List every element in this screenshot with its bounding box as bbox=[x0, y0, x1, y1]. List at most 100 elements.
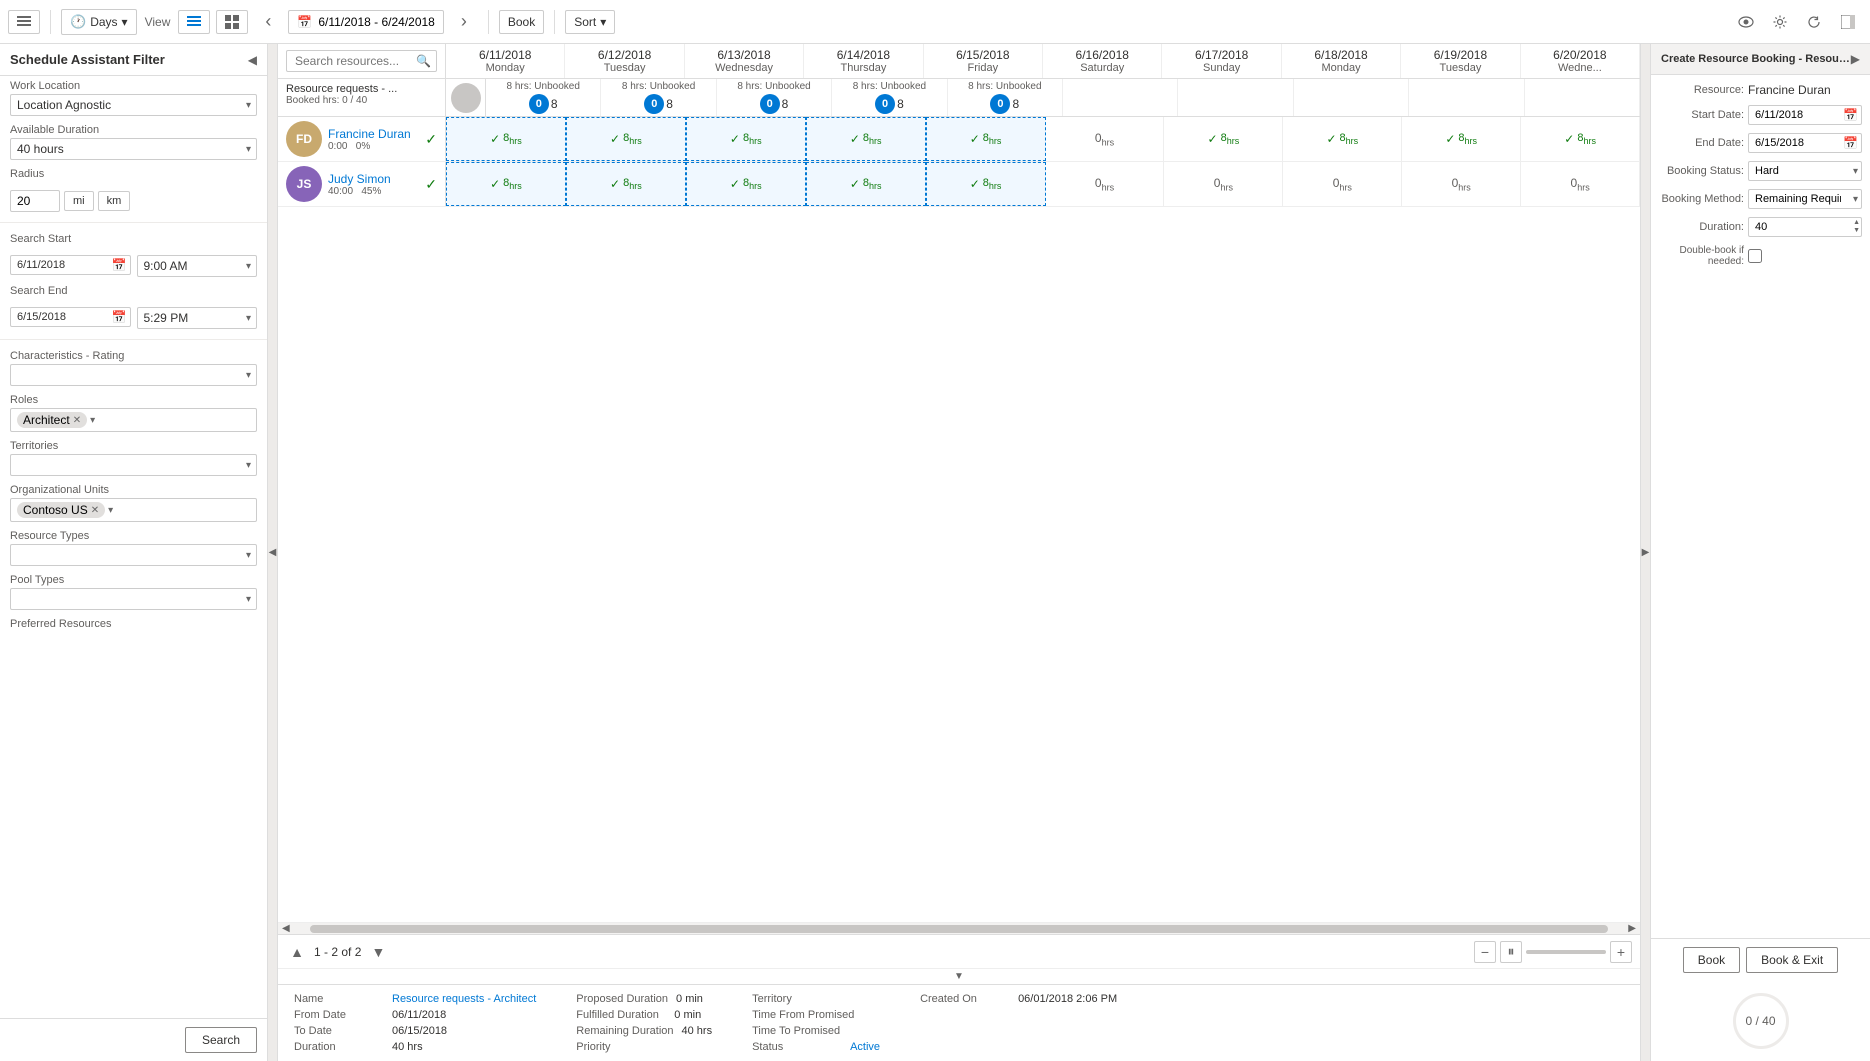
search-button[interactable]: Search bbox=[185, 1027, 257, 1053]
scroll-left-btn[interactable]: ◀ bbox=[282, 923, 290, 934]
zoom-plus-btn[interactable]: + bbox=[1610, 941, 1632, 963]
settings-btn[interactable] bbox=[1766, 8, 1794, 36]
zoom-minus-btn[interactable]: − bbox=[1474, 941, 1496, 963]
duration-down-arrow[interactable]: ▼ bbox=[1853, 227, 1860, 235]
resource-name-1[interactable]: Judy Simon bbox=[328, 172, 419, 186]
org-units-arrow[interactable]: ▾ bbox=[108, 505, 113, 516]
list-view-btn[interactable] bbox=[178, 10, 210, 34]
resource-cell-0-2[interactable]: ✓ 8hrs bbox=[686, 117, 806, 161]
territories-select[interactable] bbox=[10, 454, 257, 476]
right-panel-expand-btn[interactable]: ▶ bbox=[1851, 52, 1860, 66]
roles-tag-remove[interactable]: ✕ bbox=[73, 415, 81, 426]
resource-cell-1-5[interactable]: 0hrs bbox=[1046, 162, 1165, 206]
date-range-display[interactable]: 📅 6/11/2018 - 6/24/2018 bbox=[288, 10, 444, 34]
duration-up-arrow[interactable]: ▲ bbox=[1853, 219, 1860, 227]
search-start-cal-icon[interactable]: 📅 bbox=[112, 258, 127, 272]
book-btn-toolbar[interactable]: Book bbox=[499, 10, 544, 34]
refresh-icon bbox=[1807, 15, 1821, 29]
zoom-slider[interactable] bbox=[1526, 950, 1606, 954]
date-col-header-1: 6/12/2018 Tuesday bbox=[565, 44, 684, 78]
end-date-cal-icon[interactable]: 📅 bbox=[1843, 136, 1858, 150]
resource-cell-0-3[interactable]: ✓ 8hrs bbox=[806, 117, 926, 161]
resource-cell-0-4[interactable]: ✓ 8hrs bbox=[926, 117, 1046, 161]
resource-name-0[interactable]: Francine Duran bbox=[328, 127, 419, 141]
filter-panel-collapse-btn[interactable]: ◀ bbox=[248, 53, 257, 67]
radius-km-btn[interactable]: km bbox=[98, 191, 131, 211]
resource-cell-0-9[interactable]: ✓ 8hrs bbox=[1521, 117, 1640, 161]
info-created-label: Created On bbox=[920, 993, 1010, 1005]
booking-method-select[interactable]: Remaining Requirement Full Requirement bbox=[1748, 189, 1862, 209]
characteristics-select[interactable] bbox=[10, 364, 257, 386]
details-side-btn[interactable] bbox=[1834, 8, 1862, 36]
prev-page-btn[interactable]: ▲ bbox=[286, 941, 308, 963]
filter-panel-collapse-handle[interactable]: ◀ bbox=[268, 44, 278, 1061]
resource-cell-0-6[interactable]: ✓ 8hrs bbox=[1164, 117, 1283, 161]
refresh-btn[interactable] bbox=[1800, 8, 1828, 36]
scroll-right-btn[interactable]: ▶ bbox=[1628, 923, 1636, 934]
zoom-controls: − ⏸ + bbox=[1474, 941, 1632, 963]
resource-cell-0-5[interactable]: 0hrs bbox=[1046, 117, 1165, 161]
filter-panel-header: Schedule Assistant Filter ◀ bbox=[0, 44, 267, 76]
double-book-checkbox[interactable] bbox=[1748, 249, 1762, 263]
info-fulfilled-label: Fulfilled Duration bbox=[576, 1009, 666, 1021]
next-period-btn[interactable]: › bbox=[450, 8, 478, 36]
panel-book-exit-btn[interactable]: Book & Exit bbox=[1746, 947, 1838, 973]
org-units-input[interactable]: Contoso US ✕ ▾ bbox=[10, 498, 257, 522]
pool-types-select[interactable] bbox=[10, 588, 257, 610]
eye-btn[interactable] bbox=[1732, 8, 1760, 36]
work-location-select[interactable]: Location Agnostic bbox=[10, 94, 257, 116]
resource-cell-1-9[interactable]: 0hrs bbox=[1521, 162, 1640, 206]
resource-cell-0-8[interactable]: ✓ 8hrs bbox=[1402, 117, 1521, 161]
booking-status-select[interactable]: Hard Soft bbox=[1748, 161, 1862, 181]
prev-period-btn[interactable]: ‹ bbox=[254, 8, 282, 36]
resource-cell-1-7[interactable]: 0hrs bbox=[1283, 162, 1402, 206]
available-duration-select[interactable]: 40 hours bbox=[10, 138, 257, 160]
search-end-time-select[interactable]: 5:29 PM bbox=[137, 307, 258, 329]
territories-select-wrapper: ▾ bbox=[10, 454, 257, 476]
resource-requests-label: Resource requests - ... bbox=[286, 83, 437, 95]
start-date-cal-icon[interactable]: 📅 bbox=[1843, 108, 1858, 122]
resource-types-select[interactable] bbox=[10, 544, 257, 566]
radius-input[interactable] bbox=[10, 190, 60, 212]
unbooked-cell-2: 8 hrs: Unbooked 0 8 bbox=[717, 79, 832, 116]
info-name-value[interactable]: Resource requests - Architect bbox=[392, 993, 536, 1005]
resource-cell-0-1[interactable]: ✓ 8hrs bbox=[566, 117, 686, 161]
resource-cell-1-6[interactable]: 0hrs bbox=[1164, 162, 1283, 206]
search-resources-icon[interactable]: 🔍 bbox=[416, 54, 431, 68]
roles-arrow[interactable]: ▾ bbox=[90, 415, 95, 426]
hrs-text-0-1: 8hrs bbox=[623, 132, 642, 146]
resource-cell-1-3[interactable]: ✓ 8hrs bbox=[806, 162, 926, 206]
duration-input[interactable] bbox=[1748, 217, 1862, 237]
spinner-cell bbox=[446, 79, 486, 116]
horizontal-scrollbar[interactable] bbox=[310, 925, 1609, 933]
search-start-time-select[interactable]: 9:00 AM bbox=[137, 255, 258, 277]
search-start-row: 📅 9:00 AM ▾ bbox=[0, 251, 267, 281]
unbooked-cell-1: 8 hrs: Unbooked 0 8 bbox=[601, 79, 716, 116]
search-resources-input[interactable] bbox=[286, 50, 437, 72]
org-units-tag-remove[interactable]: ✕ bbox=[91, 505, 99, 516]
search-end-label-row: Search End bbox=[0, 281, 267, 303]
resource-cell-1-2[interactable]: ✓ 8hrs bbox=[686, 162, 806, 206]
hrs-text-0-7: 8hrs bbox=[1340, 132, 1359, 146]
resource-cell-1-1[interactable]: ✓ 8hrs bbox=[566, 162, 686, 206]
details-toggle-btn[interactable] bbox=[8, 10, 40, 34]
resource-cell-0-0[interactable]: ✓ 8hrs bbox=[446, 117, 566, 161]
resource-cell-0-7[interactable]: ✓ 8hrs bbox=[1283, 117, 1402, 161]
info-status-value[interactable]: Active bbox=[850, 1041, 880, 1053]
resource-cell-1-4[interactable]: ✓ 8hrs bbox=[926, 162, 1046, 206]
sort-btn[interactable]: Sort ▾ bbox=[565, 10, 615, 34]
resource-rows: FD Francine Duran 0:00 0% ✓ ✓ 8hrs ✓ 8hr… bbox=[278, 117, 1640, 922]
radius-mi-btn[interactable]: mi bbox=[64, 191, 94, 211]
grid-view-btn[interactable] bbox=[216, 10, 248, 34]
right-panel-collapse-handle[interactable]: ▶ bbox=[1640, 44, 1650, 1061]
resource-cell-1-8[interactable]: 0hrs bbox=[1402, 162, 1521, 206]
pause-btn[interactable]: ⏸ bbox=[1500, 941, 1522, 963]
roles-input[interactable]: Architect ✕ ▾ bbox=[10, 408, 257, 432]
resource-cell-1-0[interactable]: ✓ 8hrs bbox=[446, 162, 566, 206]
expand-bottom-btn[interactable]: ▼ bbox=[278, 968, 1640, 984]
next-page-btn[interactable]: ▼ bbox=[367, 941, 389, 963]
booking-status-form-row: Booking Status: Hard Soft ▾ bbox=[1659, 161, 1862, 181]
days-dropdown-btn[interactable]: 🕐 Days ▾ bbox=[61, 9, 137, 35]
search-end-cal-icon[interactable]: 📅 bbox=[112, 310, 127, 324]
panel-book-btn[interactable]: Book bbox=[1683, 947, 1740, 973]
